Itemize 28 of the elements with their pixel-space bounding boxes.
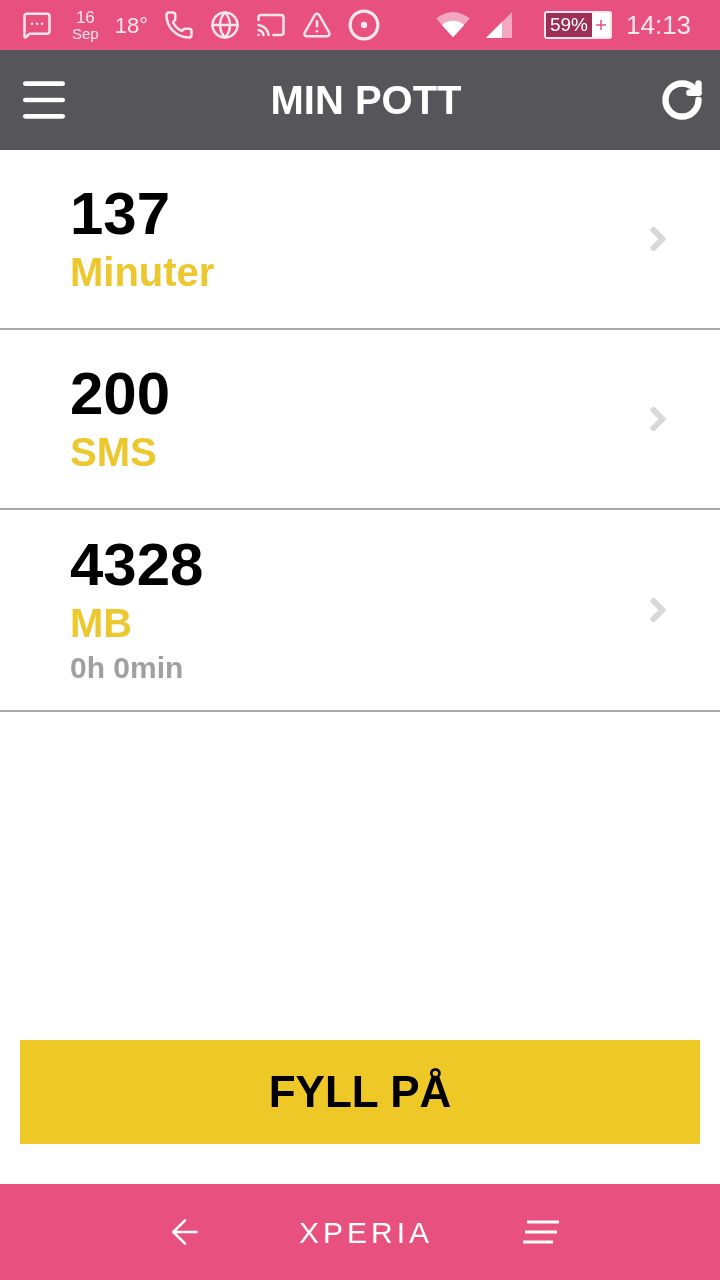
signal-icon — [484, 10, 514, 40]
clock: 14:13 — [626, 8, 692, 42]
temperature: 18° — [114, 11, 148, 40]
balance-row[interactable]: 137 Minuter — [0, 150, 720, 330]
date-day: 16 — [75, 9, 95, 26]
wifi-icon — [434, 11, 472, 39]
brand-logo: XPERIA — [298, 1214, 433, 1251]
balance-row[interactable]: 4328 MB 0h 0min — [0, 510, 720, 712]
page-title: MIN POTT — [270, 77, 462, 124]
balance-unit: Minuter — [70, 249, 216, 296]
globe-icon — [210, 10, 240, 40]
message-icon — [20, 10, 54, 40]
balance-value: 4328 — [70, 532, 205, 598]
phone-icon — [164, 10, 194, 40]
battery-level: 59% — [546, 13, 592, 37]
balance-row[interactable]: 200 SMS — [0, 330, 720, 510]
refresh-icon[interactable] — [660, 78, 704, 122]
circle-icon — [348, 9, 380, 41]
balance-value: 137 — [70, 181, 172, 247]
time-detail: 0h 0min — [70, 650, 185, 686]
warning-icon — [302, 10, 332, 40]
date-month: Sep — [72, 26, 99, 41]
balance-value: 200 — [70, 361, 172, 427]
plus-icon — [592, 13, 610, 37]
balance-unit: MB — [70, 600, 134, 647]
menu-icon[interactable] — [523, 1220, 559, 1244]
top-up-button[interactable]: FYLL PÅ — [20, 1040, 700, 1144]
balance-unit: SMS — [70, 429, 158, 476]
